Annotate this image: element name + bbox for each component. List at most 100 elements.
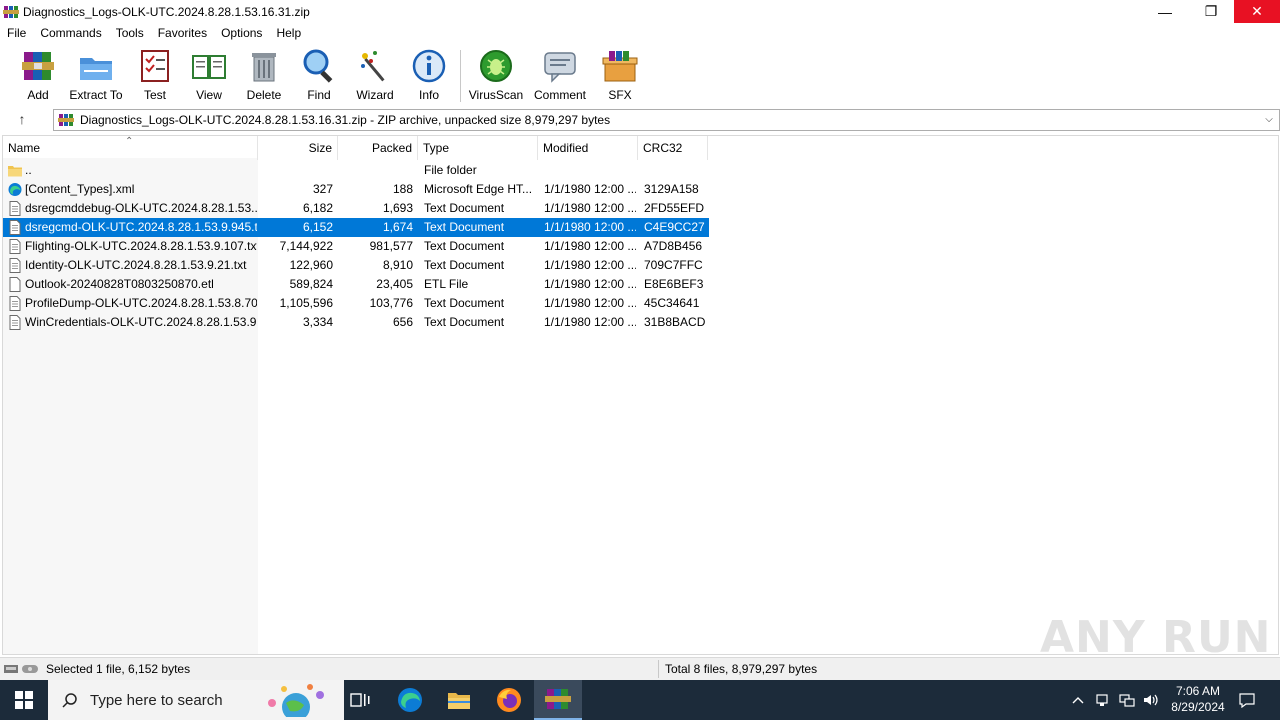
file-row[interactable]: WinCredentials-OLK-UTC.2024.8.28.1.53.9.… bbox=[3, 313, 709, 332]
virus-bug-icon bbox=[480, 50, 512, 82]
find-label: Find bbox=[307, 88, 331, 102]
cell-packed: 8,910 bbox=[382, 258, 413, 272]
comment-label: Comment bbox=[533, 88, 586, 102]
column-packed[interactable]: Packed bbox=[338, 136, 418, 160]
clock-time: 7:06 AM bbox=[1175, 684, 1221, 698]
sfx-box-icon bbox=[602, 51, 638, 82]
cell-name: dsregcmd-OLK-UTC.2024.8.28.1.53.9.945.tx… bbox=[25, 220, 257, 234]
wizard-button[interactable]: Wizard bbox=[347, 48, 403, 102]
cell-modified: 1/1/1980 12:00 ... bbox=[544, 277, 636, 291]
cell-type: Text Document bbox=[424, 315, 505, 329]
test-checklist-icon bbox=[141, 50, 169, 82]
menu-options[interactable]: Options bbox=[214, 26, 269, 40]
add-archive-icon bbox=[22, 52, 54, 80]
taskbar-file-explorer[interactable] bbox=[435, 680, 483, 720]
file-row[interactable]: ProfileDump-OLK-UTC.2024.8.28.1.53.8.70.… bbox=[3, 294, 709, 313]
extract-to-label: Extract To bbox=[69, 88, 123, 102]
column-size[interactable]: Size bbox=[258, 136, 338, 160]
cell-crc: 709C7FFC bbox=[644, 258, 703, 272]
extract-to-button[interactable]: Extract To bbox=[68, 48, 124, 102]
menu-file[interactable]: File bbox=[0, 26, 33, 40]
file-row[interactable]: dsregcmd-OLK-UTC.2024.8.28.1.53.9.945.tx… bbox=[3, 218, 709, 237]
file-list[interactable]: Name ⌃ Size Packed Type Modified CRC32 .… bbox=[2, 135, 1279, 655]
cell-crc: E8E6BEF3 bbox=[644, 277, 704, 291]
cell-packed: 188 bbox=[392, 182, 413, 196]
cell-packed bbox=[338, 161, 413, 180]
edge-browser-icon bbox=[398, 688, 422, 712]
chevron-down-icon[interactable]: ⌵ bbox=[1261, 112, 1277, 128]
menu-help[interactable]: Help bbox=[269, 26, 308, 40]
cell-modified: 1/1/1980 12:00 ... bbox=[544, 315, 636, 329]
file-row[interactable]: dsregcmddebug-OLK-UTC.2024.8.28.1.53....… bbox=[3, 199, 709, 218]
windows-logo-icon bbox=[15, 691, 33, 709]
column-type[interactable]: Type bbox=[418, 136, 538, 160]
taskbar-winrar[interactable] bbox=[534, 680, 582, 720]
column-crc32[interactable]: CRC32 bbox=[638, 136, 708, 160]
test-button[interactable]: Test bbox=[127, 48, 183, 102]
volume-icon[interactable] bbox=[1140, 680, 1162, 720]
text-file-icon bbox=[9, 201, 21, 216]
cell-type: Text Document bbox=[424, 239, 505, 253]
cell-type: Text Document bbox=[424, 201, 505, 215]
taskbar-clock[interactable]: 7:06 AM 8/29/2024 bbox=[1160, 683, 1236, 715]
cell-type: Text Document bbox=[424, 296, 505, 310]
firefox-icon bbox=[497, 688, 521, 712]
menu-tools[interactable]: Tools bbox=[109, 26, 151, 40]
taskbar-edge[interactable] bbox=[386, 680, 434, 720]
find-button[interactable]: Find bbox=[291, 48, 347, 102]
virusscan-button[interactable]: VirusScan bbox=[468, 48, 524, 102]
taskbar-firefox[interactable] bbox=[485, 680, 533, 720]
cell-packed: 981,577 bbox=[369, 239, 413, 253]
restore-button[interactable]: ❐ bbox=[1188, 0, 1234, 23]
winrar-icon bbox=[545, 689, 571, 709]
file-row[interactable]: .. File folder bbox=[3, 161, 709, 180]
file-row[interactable]: Flighting-OLK-UTC.2024.8.28.1.53.9.107.t… bbox=[3, 237, 709, 256]
status-total: Total 8 files, 8,979,297 bytes bbox=[665, 662, 818, 676]
file-row[interactable]: Identity-OLK-UTC.2024.8.28.1.53.9.21.txt… bbox=[3, 256, 709, 275]
menu-favorites[interactable]: Favorites bbox=[151, 26, 214, 40]
cell-modified: 1/1/1980 12:00 ... bbox=[544, 258, 636, 272]
minimize-button[interactable]: — bbox=[1142, 0, 1188, 23]
task-view-button[interactable] bbox=[336, 680, 384, 720]
file-row[interactable]: Outlook-20240828T0803250870.etl 589,824 23… bbox=[3, 275, 709, 294]
taskbar-search-box[interactable]: Type here to search bbox=[48, 680, 344, 720]
view-button[interactable]: View bbox=[181, 48, 237, 102]
anyrun-watermark: ANY RUN bbox=[1040, 612, 1272, 663]
start-button[interactable] bbox=[0, 680, 48, 720]
cell-crc: 45C34641 bbox=[644, 296, 700, 310]
address-bar[interactable]: Diagnostics_Logs-OLK-UTC.2024.8.28.1.53.… bbox=[53, 109, 1280, 131]
comment-button[interactable]: Comment bbox=[532, 48, 588, 102]
close-button[interactable]: ✕ bbox=[1234, 0, 1280, 23]
cell-type: File folder bbox=[424, 163, 477, 177]
add-button[interactable]: Add bbox=[10, 48, 66, 102]
cell-size: 6,182 bbox=[302, 201, 333, 215]
cell-crc bbox=[644, 161, 710, 180]
text-file-icon bbox=[9, 315, 21, 330]
clock-date: 8/29/2024 bbox=[1171, 700, 1225, 714]
sfx-button[interactable]: SFX bbox=[592, 48, 648, 102]
search-placeholder: Type here to search bbox=[90, 691, 223, 709]
edge-icon bbox=[8, 183, 22, 196]
delete-button[interactable]: Delete bbox=[236, 48, 292, 102]
toolbar: Add Extract To Test View Delete Find Wiz… bbox=[0, 44, 1280, 104]
notifications-icon[interactable] bbox=[1236, 680, 1258, 720]
winrar-app-icon bbox=[3, 5, 19, 18]
menu-commands[interactable]: Commands bbox=[33, 26, 108, 40]
taskbar: Type here to search 7:06 AM 8/29/2024 bbox=[0, 680, 1280, 720]
trash-icon bbox=[252, 53, 276, 82]
column-modified[interactable]: Modified bbox=[538, 136, 638, 160]
cell-packed: 1,674 bbox=[382, 220, 413, 234]
show-hidden-icons-chevron-icon[interactable] bbox=[1068, 680, 1088, 720]
cell-modified: 1/1/1980 12:00 ... bbox=[544, 239, 636, 253]
info-button[interactable]: Info bbox=[401, 48, 457, 102]
blank-file-icon bbox=[9, 277, 21, 292]
extract-folder-icon bbox=[80, 58, 112, 80]
magnifier-icon bbox=[303, 49, 333, 83]
up-arrow-icon[interactable]: ↑ bbox=[12, 111, 32, 129]
address-text: Diagnostics_Logs-OLK-UTC.2024.8.28.1.53.… bbox=[80, 113, 611, 127]
network-icon[interactable] bbox=[1116, 680, 1138, 720]
column-name[interactable]: Name ⌃ bbox=[3, 136, 258, 160]
network-device-icon[interactable] bbox=[1092, 680, 1112, 720]
file-row[interactable]: [Content_Types].xml 327 188 Microsoft Edge … bbox=[3, 180, 709, 199]
cell-modified: 1/1/1980 12:00 ... bbox=[544, 201, 636, 215]
